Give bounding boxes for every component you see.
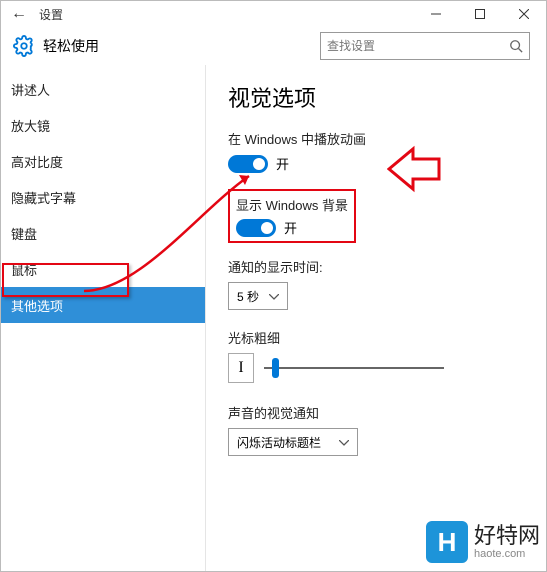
dropdown-sound-visual[interactable]: 闪烁活动标题栏 xyxy=(228,428,358,456)
slider-cursor-width[interactable] xyxy=(264,363,444,373)
gear-icon xyxy=(13,35,35,57)
annotation-highlight-box: 显示 Windows 背景 开 xyxy=(228,189,356,243)
sidebar-item-label: 讲述人 xyxy=(11,80,50,99)
toggle-animations[interactable] xyxy=(228,155,268,173)
sidebar-item-label: 放大镜 xyxy=(11,116,50,135)
toggle-background[interactable] xyxy=(236,219,276,237)
sidebar-item-magnifier[interactable]: 放大镜 xyxy=(1,107,205,143)
sidebar: 讲述人 放大镜 高对比度 隐藏式字幕 键盘 鼠标 其他选项 xyxy=(1,65,206,571)
sidebar-item-label: 鼠标 xyxy=(11,260,37,279)
cursor-preview: I xyxy=(228,353,254,383)
chevron-down-icon xyxy=(339,435,349,449)
section-title: 视觉选项 xyxy=(228,81,524,113)
toggle-state: 开 xyxy=(276,154,289,173)
maximize-button[interactable] xyxy=(458,1,502,27)
sidebar-item-keyboard[interactable]: 键盘 xyxy=(1,215,205,251)
window-title: 设置 xyxy=(31,6,414,23)
dropdown-value: 5 秒 xyxy=(237,288,259,305)
toggle-state: 开 xyxy=(284,218,297,237)
search-input[interactable] xyxy=(320,32,530,60)
setting-label-animations: 在 Windows 中播放动画 xyxy=(228,129,524,148)
watermark-title: 好特网 xyxy=(474,524,540,548)
setting-label-cursor: 光标粗细 xyxy=(228,328,524,347)
setting-label-notify-time: 通知的显示时间: xyxy=(228,257,524,276)
sidebar-item-mouse[interactable]: 鼠标 xyxy=(1,251,205,287)
search-icon xyxy=(509,39,523,53)
sidebar-item-captions[interactable]: 隐藏式字幕 xyxy=(1,179,205,215)
setting-label-sound-visual: 声音的视觉通知 xyxy=(228,403,524,422)
sidebar-item-label: 其他选项 xyxy=(11,296,63,315)
watermark-url: haote.com xyxy=(474,548,540,560)
sidebar-item-other[interactable]: 其他选项 xyxy=(1,287,205,323)
close-button[interactable] xyxy=(502,1,546,27)
page-title: 轻松使用 xyxy=(43,36,320,56)
back-button[interactable]: ← xyxy=(11,5,31,23)
watermark-logo: H xyxy=(426,521,468,563)
chevron-down-icon xyxy=(269,289,279,303)
dropdown-value: 闪烁活动标题栏 xyxy=(237,434,321,451)
watermark: H 好特网 haote.com xyxy=(426,521,540,563)
sidebar-item-label: 键盘 xyxy=(11,224,37,243)
sidebar-item-label: 隐藏式字幕 xyxy=(11,188,76,207)
minimize-button[interactable] xyxy=(414,1,458,27)
dropdown-notify-time[interactable]: 5 秒 xyxy=(228,282,288,310)
setting-label-background: 显示 Windows 背景 xyxy=(236,195,348,214)
sidebar-item-label: 高对比度 xyxy=(11,152,63,171)
search-field[interactable] xyxy=(327,39,509,53)
sidebar-item-highcontrast[interactable]: 高对比度 xyxy=(1,143,205,179)
sidebar-item-narrator[interactable]: 讲述人 xyxy=(1,71,205,107)
